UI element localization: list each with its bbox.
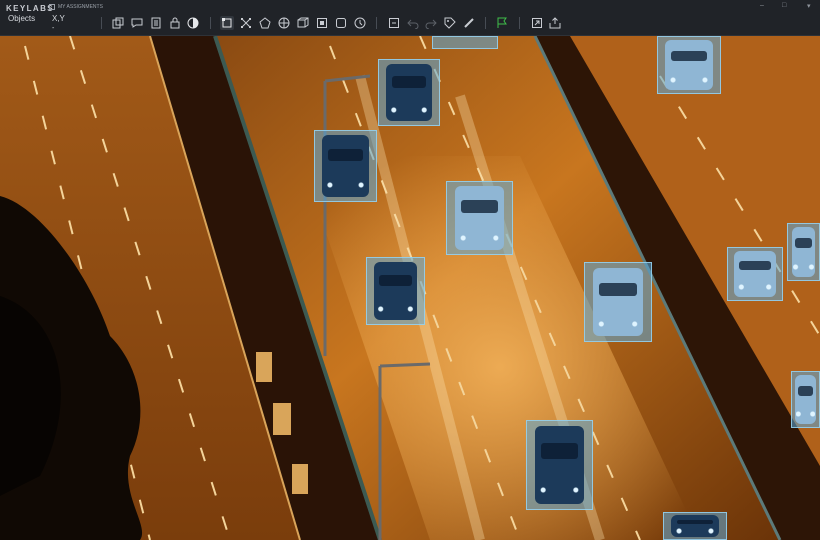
car-shape	[454, 186, 505, 250]
car-bounding-box[interactable]	[787, 223, 820, 281]
car-bounding-box[interactable]	[432, 36, 498, 49]
car-shape	[795, 375, 816, 424]
app-logo: KEYLABS	[6, 4, 55, 13]
bounding-box-icon[interactable]	[220, 16, 234, 30]
export-icon[interactable]	[530, 16, 544, 30]
car-shape	[534, 426, 585, 504]
car-bounding-box[interactable]	[657, 36, 721, 94]
car-shape	[373, 261, 418, 321]
top-toolbar: KEYLABS MY ASSIGNMENTS Objects X,Y - – □…	[0, 0, 820, 36]
share-icon[interactable]	[548, 16, 562, 30]
car-shape	[671, 514, 719, 538]
xy-value: -	[52, 25, 55, 32]
polygon-icon[interactable]	[258, 16, 272, 30]
lock-icon[interactable]	[168, 16, 182, 30]
annotation-canvas[interactable]	[0, 36, 820, 540]
car-bounding-box[interactable]	[663, 512, 727, 540]
car-shape	[322, 135, 369, 197]
toolbar-divider	[101, 17, 102, 29]
car-shape	[592, 267, 644, 337]
car-bounding-box[interactable]	[446, 181, 513, 255]
my-assignments-label: MY ASSIGNMENTS	[58, 4, 103, 10]
car-bounding-box[interactable]	[727, 247, 783, 301]
toolbar-divider	[210, 17, 211, 29]
car-shape	[734, 251, 776, 297]
car-bounding-box[interactable]	[366, 257, 425, 325]
car-bounding-box[interactable]	[526, 420, 593, 510]
maximize-button[interactable]: □	[782, 2, 786, 9]
car-bounding-box[interactable]	[791, 371, 820, 428]
redo-icon[interactable]	[424, 16, 438, 30]
car-shape	[791, 227, 816, 277]
copy-icon[interactable]	[111, 16, 125, 30]
comment-icon[interactable]	[130, 16, 144, 30]
square-icon[interactable]	[334, 16, 348, 30]
my-assignments-link[interactable]: MY ASSIGNMENTS	[49, 4, 103, 10]
flag-icon[interactable]	[495, 16, 509, 30]
car-shape	[386, 63, 432, 122]
assignments-icon	[49, 4, 55, 10]
toolbar-divider	[485, 17, 486, 29]
list-icon[interactable]	[149, 16, 163, 30]
ruler-icon[interactable]	[462, 16, 476, 30]
window-menu-dropdown[interactable]: ▾	[807, 2, 811, 10]
tab-objects[interactable]: Objects	[8, 14, 35, 23]
timer-icon[interactable]	[353, 16, 367, 30]
car-bounding-box[interactable]	[378, 59, 440, 126]
car-bounding-box[interactable]	[584, 262, 652, 342]
cube-icon[interactable]	[315, 16, 329, 30]
car-shape	[665, 40, 713, 90]
minimize-button[interactable]: –	[760, 2, 764, 9]
toolbar-divider	[519, 17, 520, 29]
mesh-icon[interactable]	[277, 16, 291, 30]
tab-xy[interactable]: X,Y	[52, 14, 65, 23]
cuboid-icon[interactable]	[296, 16, 310, 30]
contrast-icon[interactable]	[186, 16, 200, 30]
undo-icon[interactable]	[406, 16, 420, 30]
toolbar-divider	[376, 17, 377, 29]
tag-icon[interactable]	[443, 16, 457, 30]
points-icon[interactable]	[239, 16, 253, 30]
frame-icon[interactable]	[387, 16, 401, 30]
car-bounding-box[interactable]	[314, 130, 377, 202]
